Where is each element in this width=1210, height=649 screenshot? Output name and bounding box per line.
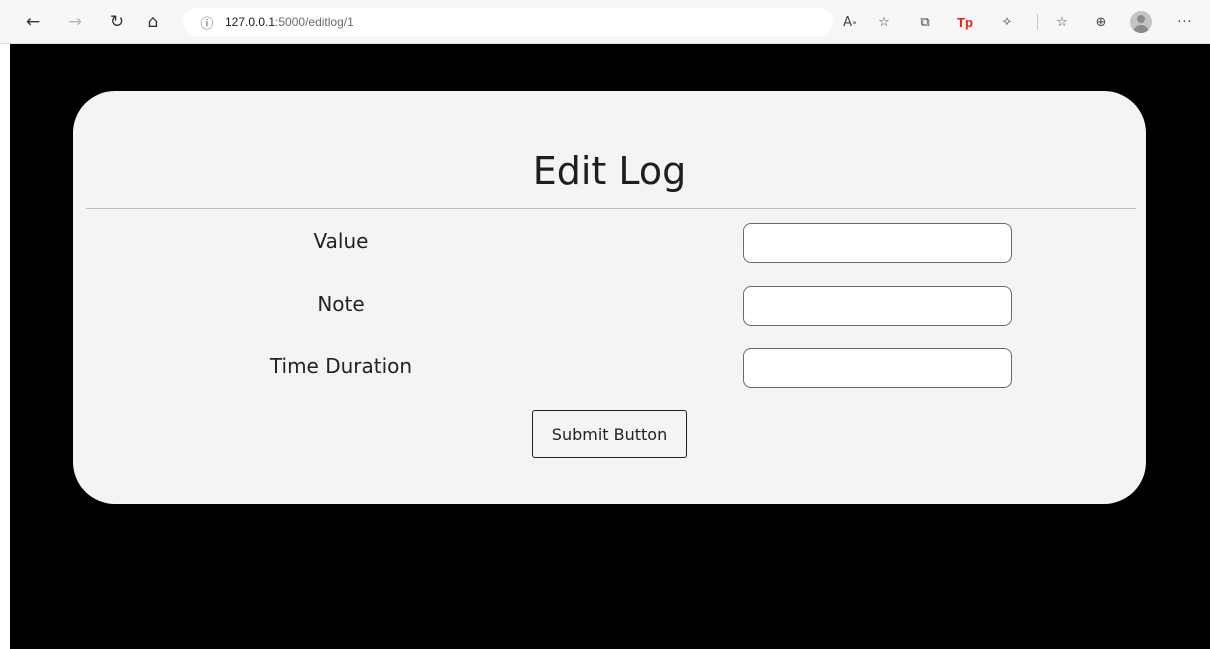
collections-icon[interactable]: ⊕ (1089, 10, 1113, 34)
puzzle-extension-icon[interactable]: ✧ (995, 10, 1019, 34)
value-input[interactable] (743, 223, 1012, 263)
note-input[interactable] (743, 286, 1012, 326)
note-label: Note (317, 292, 365, 316)
url-host: 127.0.0.1 (225, 15, 276, 29)
read-aloud-glyph: A (843, 14, 852, 30)
add-favorite-icon[interactable]: ☆ (872, 10, 896, 34)
toolbar-separator (1037, 14, 1038, 30)
title-divider (86, 208, 1136, 209)
address-url[interactable]: 127.0.0.1:5000/editlog/1 (225, 15, 354, 29)
read-aloud-icon[interactable]: A» (838, 10, 862, 34)
time-duration-label: Time Duration (269, 354, 413, 378)
browser-toolbar: ← → ↻ ⌂ ⓘ 127.0.0.1:5000/editlog/1 A» ☆ … (0, 0, 1210, 44)
page-title: Edit Log (532, 149, 687, 193)
favorites-icon[interactable]: ☆ (1050, 10, 1074, 34)
submit-button[interactable]: Submit Button (532, 410, 687, 458)
page-viewport: Edit Log Value Note Time Duration Submit… (10, 44, 1210, 649)
home-icon[interactable]: ⌂ (139, 8, 167, 36)
time-duration-input[interactable] (743, 348, 1012, 388)
refresh-icon[interactable]: ↻ (103, 8, 131, 36)
profile-avatar[interactable] (1130, 11, 1152, 33)
back-icon[interactable]: ← (19, 8, 47, 36)
info-icon[interactable]: ⓘ (193, 13, 221, 32)
edit-log-card: Edit Log Value Note Time Duration Submit… (73, 91, 1146, 504)
forward-icon[interactable]: → (61, 8, 89, 36)
tp-extension-icon[interactable]: Tp (953, 10, 977, 34)
more-icon[interactable]: ··· (1173, 10, 1197, 34)
value-label: Value (313, 229, 369, 253)
extensions-icon[interactable]: ⧉ (913, 10, 937, 34)
address-bar[interactable]: ⓘ 127.0.0.1:5000/editlog/1 (183, 8, 833, 36)
url-path: :5000/editlog/1 (275, 15, 354, 29)
